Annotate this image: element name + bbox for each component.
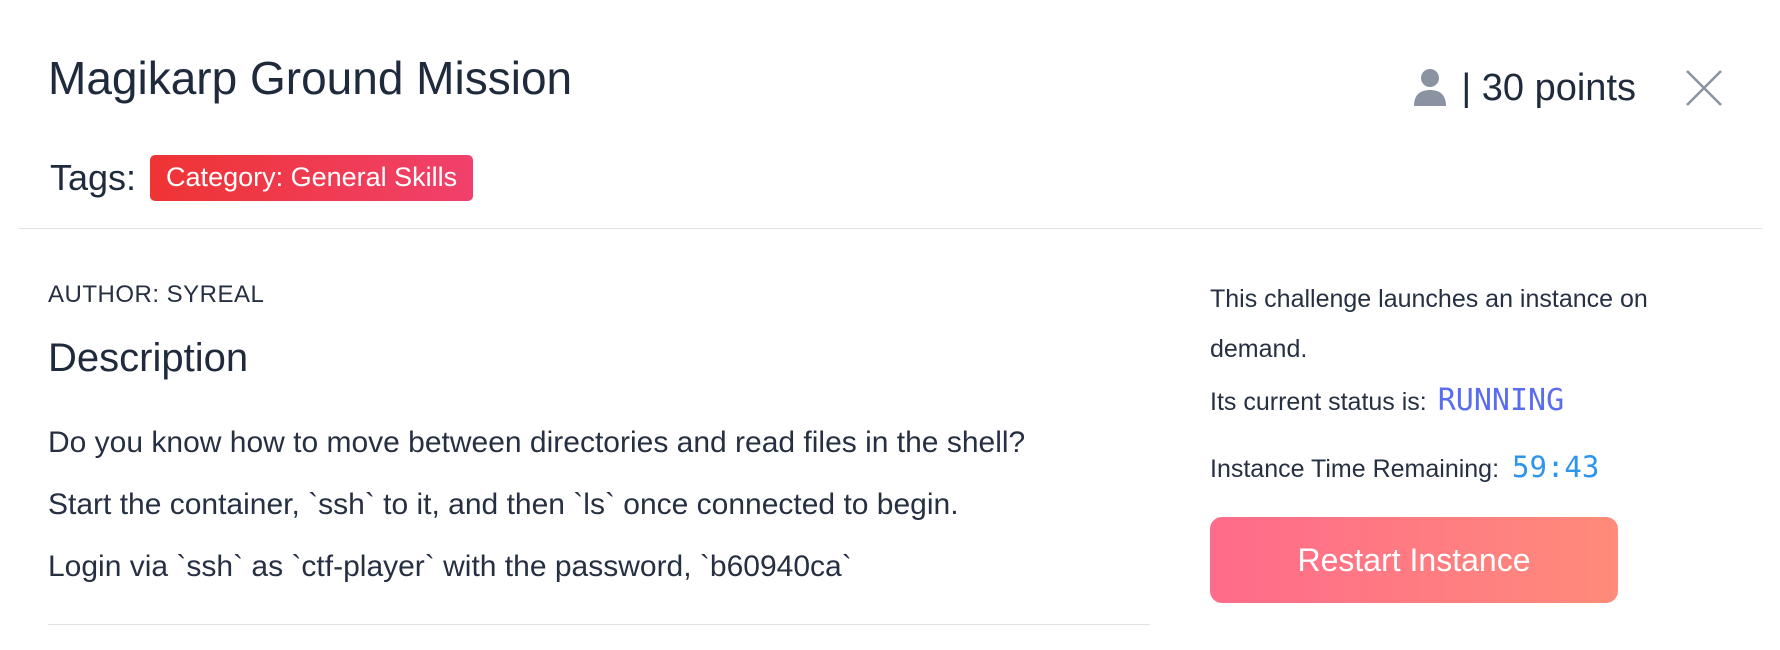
instance-panel: This challenge launches an instance on d… [1210,274,1730,603]
status-label: Its current status is: [1210,388,1427,416]
tag-badge-category[interactable]: Category: General Skills [150,155,474,201]
time-remaining-label: Instance Time Remaining: [1210,455,1500,483]
description-line: Start the container, `ssh` to it, and th… [48,488,959,521]
instance-intro: This challenge launches an instance on d… [1210,285,1648,363]
challenge-modal: Magikarp Ground Mission | 30 points Tags… [0,0,1780,650]
status-value: RUNNING [1437,383,1565,418]
user-icon [1411,66,1449,110]
tags-label: Tags: [50,157,137,198]
description-line: Do you know how to move between director… [48,426,1026,459]
header-divider [18,228,1762,229]
description-body: Do you know how to move between director… [48,412,1148,598]
description-heading: Description [48,336,249,380]
description-panel: AUTHOR: SYREAL Description Do you know h… [48,278,1148,598]
instance-status: Its current status is: RUNNING [1210,376,1730,427]
close-button[interactable] [1682,66,1726,110]
instance-timer: Instance Time Remaining: 59:43 [1210,447,1730,489]
points-label: | 30 points [1461,66,1636,109]
author-label: AUTHOR: SYREAL [48,281,265,308]
tags-row: Tags: Category: General Skills [50,155,474,201]
restart-instance-button[interactable]: Restart Instance [1210,517,1618,603]
time-remaining-value: 59:43 [1511,450,1600,484]
description-divider [48,624,1150,625]
description-line: Login via `ssh` as `ctf-player` with the… [48,550,852,583]
close-icon [1686,70,1722,106]
header-meta: | 30 points [1411,60,1726,116]
challenge-title: Magikarp Ground Mission [48,52,573,104]
